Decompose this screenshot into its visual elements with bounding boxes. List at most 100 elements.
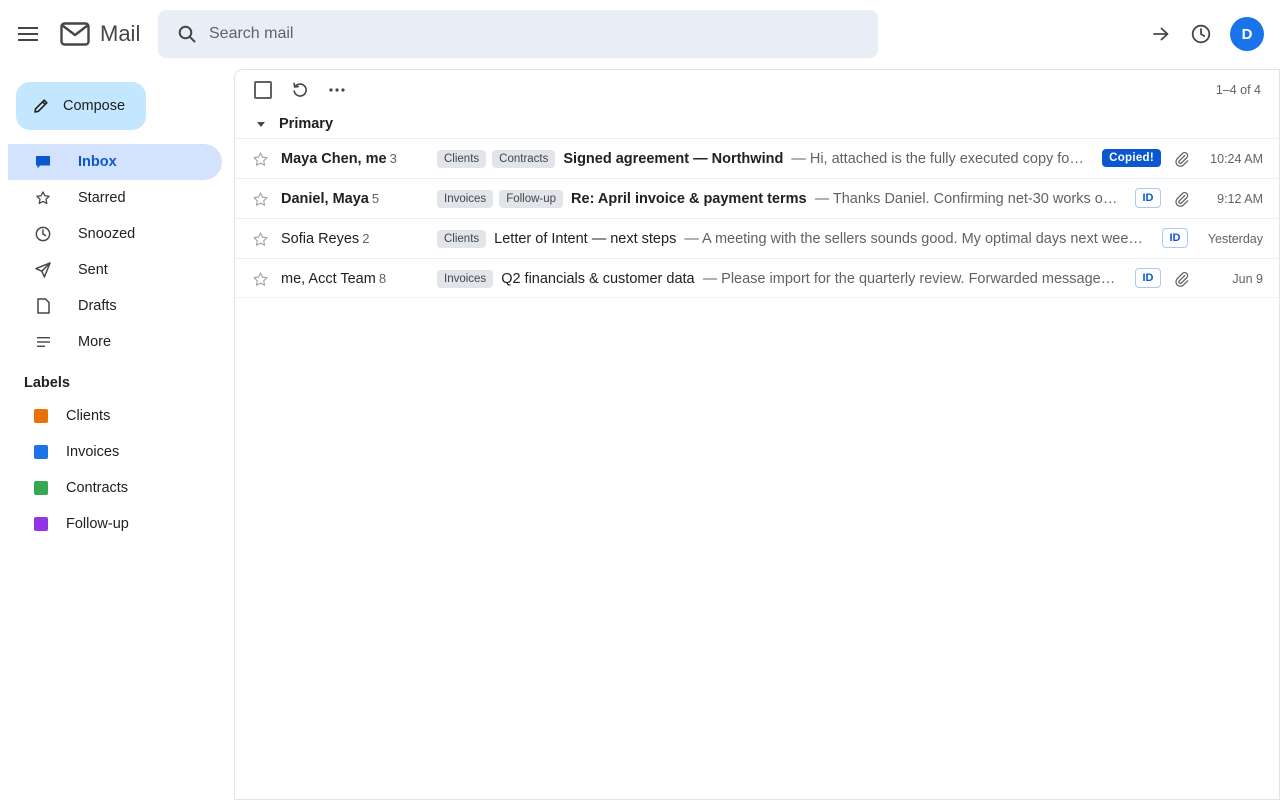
id-badge: ID — [1135, 188, 1161, 208]
label-name: Contracts — [66, 480, 129, 496]
sidebar-item-label: Inbox — [78, 154, 117, 170]
attachment-icon[interactable] — [1173, 150, 1191, 168]
label-color-swatch — [34, 445, 48, 459]
sender-names: me, Acct Team — [281, 271, 376, 287]
email-time: 10:24 AM — [1210, 152, 1263, 166]
search-input[interactable] — [209, 10, 878, 58]
sidebar-item-label: Drafts — [78, 298, 117, 314]
email-time: Jun 9 — [1232, 272, 1263, 286]
star-toggle-icon[interactable] — [251, 270, 269, 288]
label-color-swatch — [34, 481, 48, 495]
id-badge: ID — [1162, 228, 1188, 248]
email-content: Clients Letter of Intent — next steps — … — [437, 229, 1146, 249]
label-item-follow-up[interactable]: Follow-up — [34, 506, 224, 542]
email-snippet: — Thanks Daniel. Confirming net-30 works… — [814, 191, 1119, 207]
star-icon — [35, 190, 51, 206]
sidebar-item-drafts[interactable]: Drafts — [8, 288, 222, 324]
email-list-panel: 1–4 of 4 Primary Maya Chen, me 3 Clients … — [234, 69, 1280, 800]
sidebar-item-sent[interactable]: Sent — [8, 252, 222, 288]
section-title: Primary — [279, 116, 334, 132]
sidebar-item-snoozed[interactable]: Snoozed — [8, 216, 222, 252]
attachment-icon[interactable] — [1173, 270, 1191, 288]
sender-names: Daniel, Maya — [281, 191, 369, 207]
label-chip[interactable]: Invoices — [437, 270, 494, 288]
inbox-icon — [35, 154, 51, 170]
thread-count: 5 — [371, 191, 380, 206]
attachment-icon[interactable] — [1173, 190, 1191, 208]
sidebar-nav: Inbox Starred Snoozed Sent Drafts More — [8, 144, 222, 360]
more-horizontal-icon — [329, 88, 345, 92]
star-toggle-icon[interactable] — [251, 150, 269, 168]
sidebar-item-more[interactable]: More — [8, 324, 222, 360]
email-time: Yesterday — [1207, 232, 1263, 246]
sidebar-item-label: More — [78, 334, 112, 350]
copied-badge: Copied! — [1102, 149, 1161, 167]
sender-names: Maya Chen, me — [281, 151, 387, 167]
label-chip[interactable]: Clients — [437, 230, 487, 248]
email-row[interactable]: me, Acct Team 8 Invoices Q2 financials & … — [235, 258, 1279, 298]
primary-section-toggle[interactable]: Primary — [235, 110, 1279, 138]
label-name: Follow-up — [66, 516, 129, 532]
select-all-checkbox[interactable] — [254, 81, 272, 99]
refresh-button[interactable] — [288, 78, 312, 102]
label-chip[interactable]: Clients — [437, 150, 487, 168]
clock-icon — [1191, 24, 1211, 44]
email-row[interactable]: Daniel, Maya 5 Invoices Follow-up Re: Apr… — [235, 178, 1279, 218]
history-button[interactable] — [1185, 18, 1217, 50]
draft-icon — [35, 298, 51, 314]
star-toggle-icon[interactable] — [251, 190, 269, 208]
email-snippet: — Hi, attached is the fully executed cop… — [791, 151, 1084, 167]
more-icon — [35, 334, 51, 350]
email-row[interactable]: Maya Chen, me 3 Clients Contracts Signed … — [235, 138, 1279, 178]
email-snippet: — A meeting with the sellers sounds good… — [684, 231, 1146, 247]
email-time: 9:12 AM — [1217, 192, 1263, 206]
id-badge: ID — [1135, 268, 1161, 288]
clock-icon — [35, 226, 51, 242]
forward-button[interactable] — [1145, 18, 1177, 50]
label-item-invoices[interactable]: Invoices — [34, 434, 224, 470]
sidebar-item-inbox[interactable]: Inbox — [8, 144, 222, 180]
labels-heading: Labels — [24, 375, 70, 391]
list-toolbar: 1–4 of 4 — [235, 70, 1279, 110]
label-item-clients[interactable]: Clients — [34, 398, 224, 434]
main-menu-button[interactable] — [12, 18, 44, 50]
search-icon[interactable] — [158, 25, 214, 43]
sidebar-item-label: Snoozed — [78, 226, 136, 242]
thread-count: 3 — [389, 151, 397, 166]
email-subject: Letter of Intent — next steps — [494, 231, 677, 247]
label-chip[interactable]: Invoices — [437, 190, 494, 208]
sender-names: Sofia Reyes — [281, 231, 360, 247]
search-bar[interactable] — [158, 10, 878, 58]
send-icon — [35, 262, 51, 278]
sidebar-item-label: Sent — [78, 262, 108, 278]
email-list: Maya Chen, me 3 Clients Contracts Signed … — [235, 138, 1279, 298]
label-name: Invoices — [66, 444, 120, 460]
label-chip[interactable]: Follow-up — [499, 190, 564, 208]
sidebar-item-label: Starred — [78, 190, 126, 206]
more-actions-button[interactable] — [325, 78, 349, 102]
top-bar: Mail D — [0, 0, 1280, 68]
mail-envelope-icon — [60, 22, 90, 46]
refresh-icon — [293, 82, 307, 97]
thread-count: 8 — [378, 271, 387, 286]
email-sender: Daniel, Maya 5 — [281, 191, 431, 207]
email-sender: Maya Chen, me 3 — [281, 151, 431, 167]
page-range: 1–4 of 4 — [1215, 83, 1261, 97]
email-content: Invoices Follow-up Re: April invoice & p… — [437, 189, 1119, 209]
account-avatar[interactable]: D — [1230, 17, 1264, 51]
label-color-swatch — [34, 409, 48, 423]
sidebar-item-starred[interactable]: Starred — [8, 180, 222, 216]
label-chip[interactable]: Contracts — [492, 150, 556, 168]
email-row[interactable]: Sofia Reyes 2 Clients Letter of Intent — … — [235, 218, 1279, 258]
app-logo[interactable]: Mail — [60, 17, 140, 51]
labels-list: Clients Invoices Contracts Follow-up — [34, 398, 224, 542]
email-snippet: — Please import for the quarterly review… — [702, 271, 1119, 287]
email-subject: Signed agreement — Northwind — [563, 151, 784, 167]
compose-button[interactable]: Compose — [16, 82, 146, 130]
thread-count: 2 — [362, 231, 370, 246]
email-content: Clients Contracts Signed agreement — Nor… — [437, 149, 1084, 169]
star-toggle-icon[interactable] — [251, 230, 269, 248]
pencil-icon — [34, 99, 48, 113]
label-item-contracts[interactable]: Contracts — [34, 470, 224, 506]
email-subject: Re: April invoice & payment terms — [571, 191, 807, 207]
